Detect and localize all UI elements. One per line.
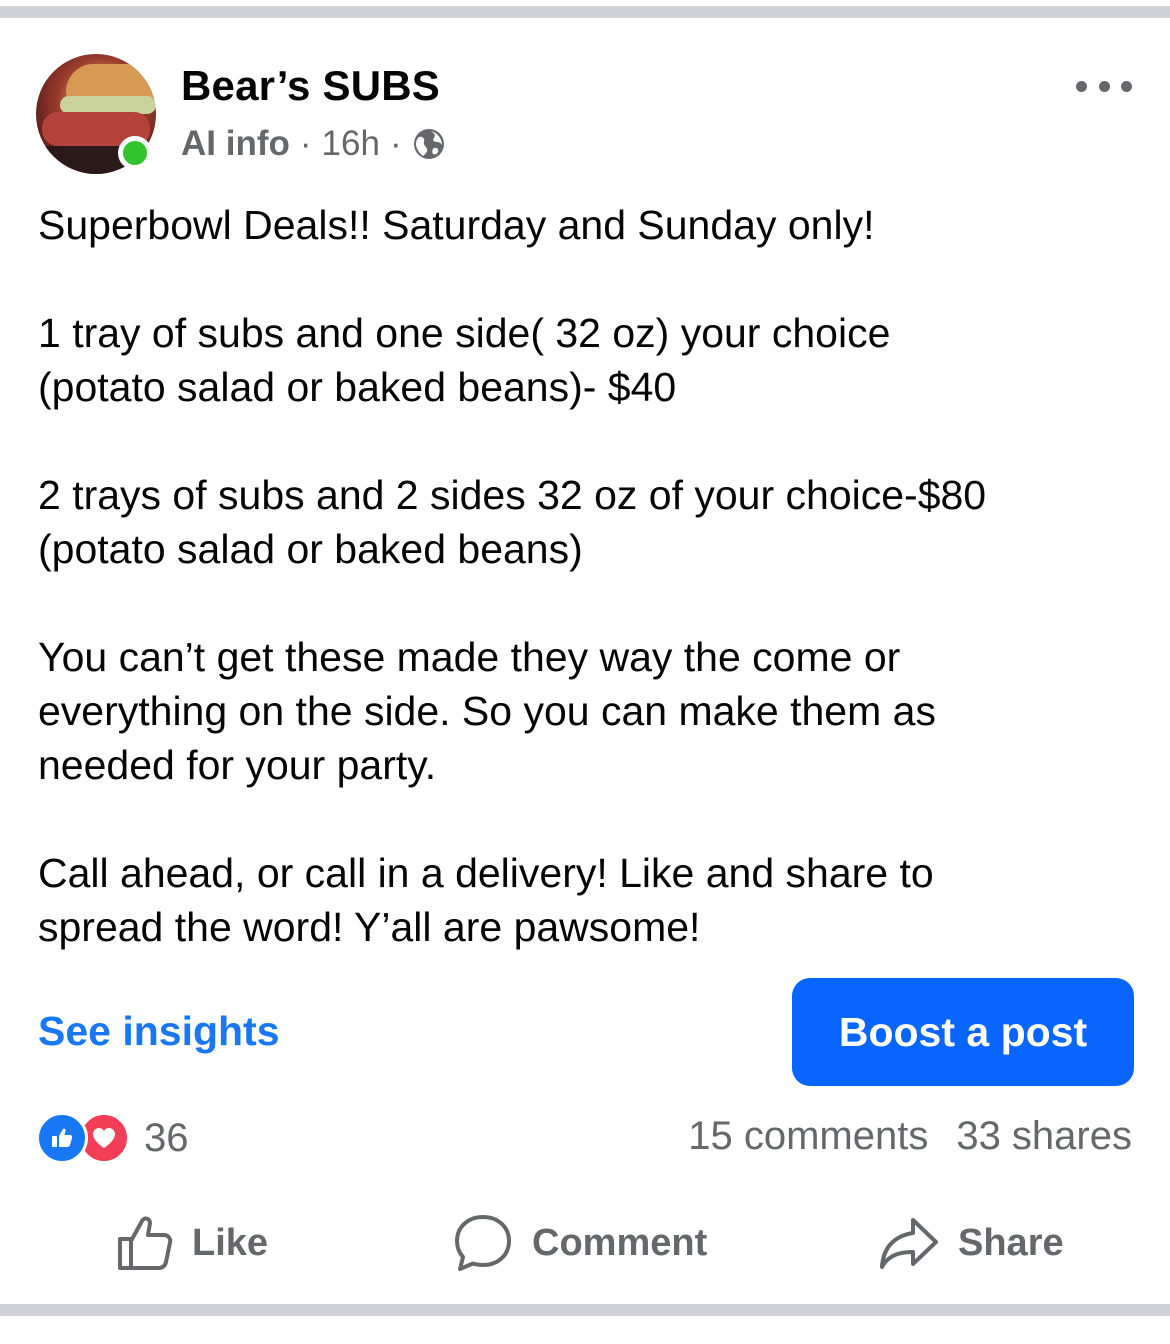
like-reaction-icon [36,1112,88,1164]
online-status-dot [118,136,152,170]
globe-icon [413,129,444,159]
post-time[interactable]: 16h [322,124,380,164]
share-label: Share [958,1221,1064,1264]
post-action-bar: Like Comment Share [0,1208,1170,1278]
post-paragraph: Call ahead, or call in a delivery! Like … [38,850,934,950]
top-separator [0,6,1170,18]
post-body: Superbowl Deals!! Saturday and Sunday on… [38,198,1138,1008]
comments-count[interactable]: 15 comments [688,1114,928,1159]
more-dot-3 [1121,80,1132,92]
more-dot-1 [1076,80,1087,92]
comment-button[interactable]: Comment [452,1208,707,1278]
like-label: Like [192,1221,269,1264]
heart-icon [93,1128,115,1148]
share-button[interactable]: Share [878,1208,1064,1278]
more-dot-2 [1098,80,1110,92]
comment-bubble-icon [455,1215,511,1271]
reaction-count: 36 [144,1115,189,1160]
share-arrow-icon [880,1218,938,1269]
page-name[interactable]: Bear’s SUBS [181,62,440,110]
thumbs-up-icon [52,1128,73,1147]
post-card: Bear’s SUBS AI info · 16h · Superbowl De… [0,18,1170,1304]
boost-post-button[interactable]: Boost a post [792,978,1134,1086]
meta-separator-2: · [389,124,402,163]
engagement-counts: 15 comments 33 shares [688,1114,1132,1159]
post-paragraph: Superbowl Deals!! Saturday and Sunday on… [38,202,875,248]
meta-separator: · [299,124,312,163]
shares-count[interactable]: 33 shares [956,1114,1132,1159]
post-paragraph: 1 tray of subs and one side( 32 oz) your… [38,310,891,410]
see-insights-link[interactable]: See insights [38,1008,280,1055]
like-button[interactable]: Like [116,1208,268,1278]
bottom-separator [0,1304,1170,1316]
comment-label: Comment [532,1221,708,1264]
more-options-icon[interactable] [1076,76,1132,96]
reactions-summary[interactable]: 36 [36,1112,189,1164]
post-meta: AI info · 16h · [181,124,446,164]
post-paragraph: 2 trays of subs and 2 sides 32 oz of you… [38,472,987,572]
thumbs-up-outline-icon [118,1216,173,1270]
post-paragraph: You can’t get these made they way the co… [38,634,936,788]
ai-info-label[interactable]: AI info [181,124,290,164]
